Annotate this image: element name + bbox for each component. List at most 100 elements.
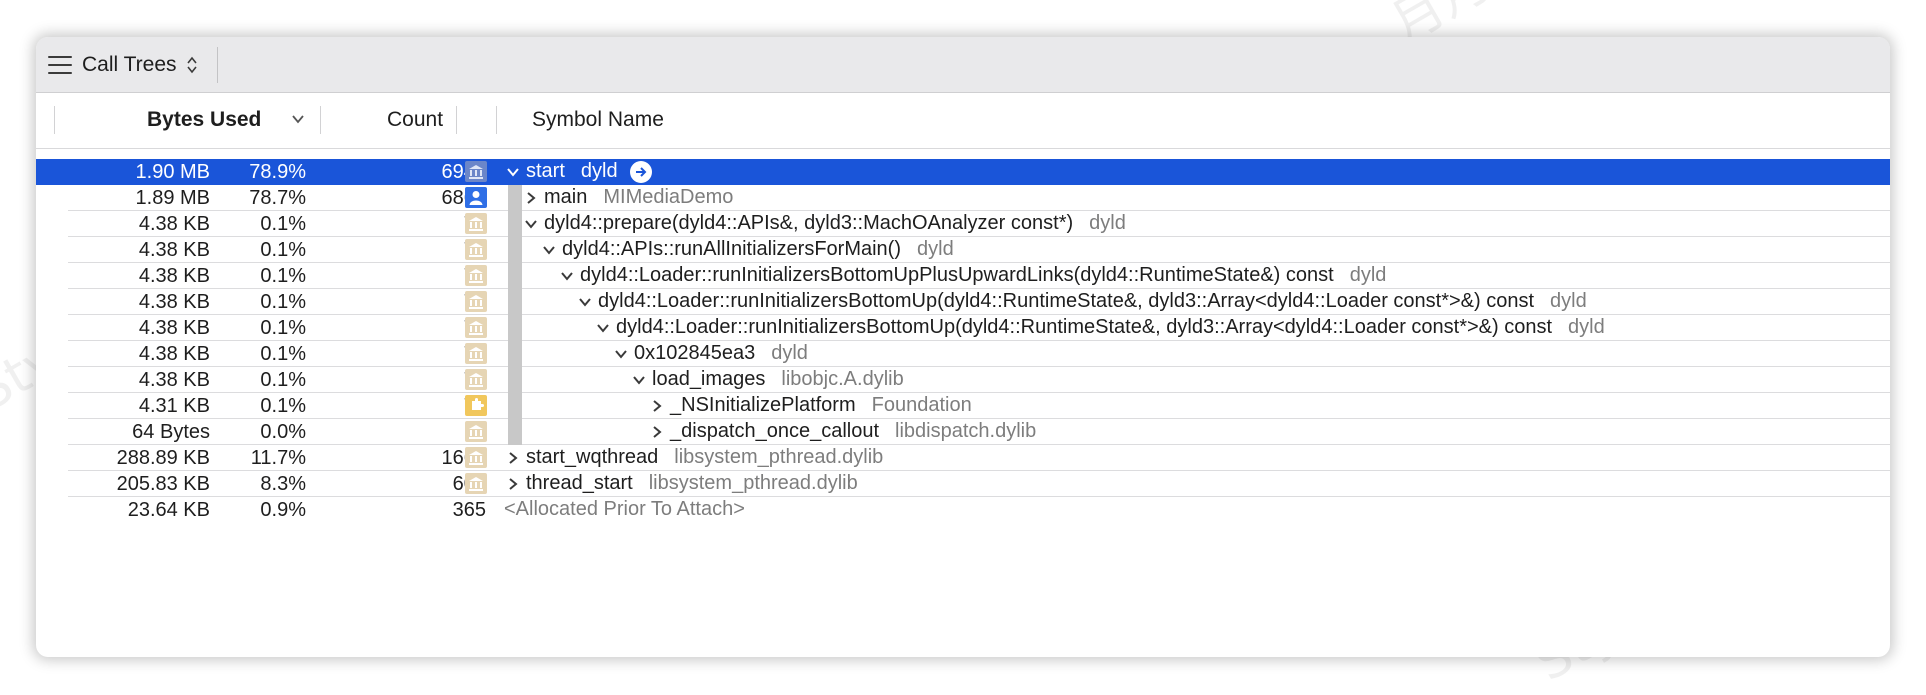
count-cell: 77 bbox=[336, 395, 486, 418]
symbol-cell: dyld4::Loader::runInitializersBottomUpPl… bbox=[558, 264, 1386, 287]
symbol-cell: dyld4::prepare(dyld4::APIs&, dyld3::Mach… bbox=[522, 212, 1126, 235]
bytes-percent-cell: 0.1% bbox=[260, 265, 306, 287]
symbol-cell: start dyld bbox=[504, 160, 652, 183]
outline-row[interactable]: 4.38 KB 0.1% 79 dyld4::Loader::runInitializ… bbox=[68, 315, 1890, 341]
library-icon bbox=[465, 343, 487, 364]
disclosure-collapsed-icon[interactable] bbox=[504, 446, 522, 469]
outline-row[interactable]: 4.38 KB 0.1% 79 dyld4::Loader::runInitializ… bbox=[68, 263, 1890, 289]
count-cell: 2 bbox=[336, 421, 486, 444]
library-name: dyld bbox=[1568, 316, 1605, 338]
call-tree-outline: 1.90 MB 78.9% 6941 start dyld 1.89 MB 78.7% 686… bbox=[36, 159, 1890, 523]
bytes-used-cell: 4.38 KB bbox=[138, 369, 210, 391]
symbol-name: dyld4::Loader::runInitializersBottomUp(d… bbox=[598, 290, 1535, 312]
library-icon bbox=[465, 473, 487, 494]
count-cell: 6862 bbox=[441, 187, 487, 209]
call-trees-window: Call Trees Bytes Used Count Symbol Name … bbox=[36, 37, 1890, 657]
depth-indicator bbox=[508, 237, 522, 263]
depth-indicator bbox=[508, 419, 522, 445]
sort-descending-icon[interactable] bbox=[291, 112, 305, 126]
library-icon bbox=[465, 291, 487, 312]
library-name: Foundation bbox=[871, 394, 972, 416]
disclosure-expanded-icon[interactable] bbox=[504, 160, 522, 183]
count-cell: 79 bbox=[336, 291, 486, 314]
symbol-name: dyld4::prepare(dyld4::APIs&, dyld3::Mach… bbox=[544, 212, 1074, 234]
outline-row[interactable]: 4.38 KB 0.1% 79 dyld4::prepare(dyld4::APIs&… bbox=[68, 211, 1890, 237]
symbol-name: thread_start bbox=[526, 472, 633, 494]
depth-indicator bbox=[508, 367, 522, 393]
outline-row[interactable]: 205.83 KB 8.3% 605 thread_start libsystem_pt… bbox=[68, 471, 1890, 497]
bytes-percent-cell: 0.1% bbox=[260, 317, 306, 339]
chevron-updown-icon bbox=[186, 56, 197, 74]
column-header-symbol-name[interactable]: Symbol Name bbox=[532, 108, 664, 132]
bytes-used-cell: 23.64 KB bbox=[127, 499, 210, 521]
outline-row[interactable]: 288.89 KB 11.7% 1668 start_wqthread libsyste… bbox=[68, 445, 1890, 471]
outline-row[interactable]: 4.38 KB 0.1% 79 load_images libobjc.A.dylib bbox=[68, 367, 1890, 393]
library-name: dyld bbox=[771, 342, 808, 364]
disclosure-collapsed-icon[interactable] bbox=[648, 420, 666, 443]
library-name: libsystem_pthread.dylib bbox=[648, 472, 858, 494]
symbol-name: dyld4::Loader::runInitializersBottomUp(d… bbox=[616, 316, 1553, 338]
symbol-cell: 0x102845ea3 dyld bbox=[612, 342, 808, 365]
bytes-used-cell: 4.38 KB bbox=[138, 213, 210, 235]
outline-row[interactable]: 23.64 KB 0.9% 365 <Allocated Prior To Attac… bbox=[68, 497, 1890, 523]
disclosure-expanded-icon[interactable] bbox=[522, 212, 540, 235]
disclosure-expanded-icon[interactable] bbox=[594, 316, 612, 339]
bytes-used-cell: 1.89 MB bbox=[135, 187, 210, 209]
bytes-used-cell: 1.90 MB bbox=[135, 161, 210, 183]
outline-row[interactable]: 1.90 MB 78.9% 6941 start dyld bbox=[36, 159, 1890, 185]
count-cell: 605 bbox=[336, 473, 486, 496]
user-icon bbox=[465, 187, 487, 208]
disclosure-collapsed-icon[interactable] bbox=[648, 394, 666, 417]
symbol-name: load_images bbox=[652, 368, 766, 390]
library-icon bbox=[465, 239, 487, 260]
disclosure-expanded-icon[interactable] bbox=[576, 290, 594, 313]
symbol-cell: _dispatch_once_callout libdispatch.dylib bbox=[648, 420, 1036, 443]
depth-indicator bbox=[508, 341, 522, 367]
depth-indicator bbox=[508, 185, 522, 211]
symbol-name: start bbox=[526, 160, 565, 182]
depth-indicator bbox=[508, 211, 522, 237]
outline-row[interactable]: 4.38 KB 0.1% 79 dyld4::Loader::runInitializ… bbox=[68, 289, 1890, 315]
count-cell: 79 bbox=[336, 239, 486, 262]
library-icon bbox=[465, 447, 487, 468]
depth-indicator bbox=[508, 315, 522, 341]
library-icon bbox=[465, 421, 487, 442]
bytes-used-cell: 4.38 KB bbox=[138, 239, 210, 261]
column-divider bbox=[456, 106, 457, 134]
view-selector-button[interactable]: Call Trees bbox=[48, 47, 197, 83]
symbol-cell: dyld4::Loader::runInitializersBottomUp(d… bbox=[576, 290, 1587, 313]
bytes-percent-cell: 78.7% bbox=[249, 187, 306, 209]
outline-row[interactable]: 4.31 KB 0.1% 77 _NSInitializePlatform Founda… bbox=[68, 393, 1890, 419]
column-header-count[interactable]: Count bbox=[387, 108, 443, 132]
disclosure-collapsed-icon[interactable] bbox=[504, 472, 522, 495]
library-name: dyld bbox=[1550, 290, 1587, 312]
library-icon bbox=[465, 369, 487, 390]
disclosure-expanded-icon[interactable] bbox=[540, 238, 558, 261]
outline-row[interactable]: 4.38 KB 0.1% 79 0x102845ea3 dyld bbox=[68, 341, 1890, 367]
library-name: dyld bbox=[1089, 212, 1126, 234]
disclosure-collapsed-icon[interactable] bbox=[522, 186, 540, 209]
symbol-cell: dyld4::APIs::runAllInitializersForMain()… bbox=[540, 238, 954, 261]
count-cell: 79 bbox=[336, 369, 486, 392]
outline-row[interactable]: 64 Bytes 0.0% 2 _dispatch_once_callout libdi… bbox=[68, 419, 1890, 445]
column-header-bytes-used[interactable]: Bytes Used bbox=[147, 108, 261, 132]
outline-row[interactable]: 4.38 KB 0.1% 79 dyld4::APIs::runAllInitiali… bbox=[68, 237, 1890, 263]
library-icon bbox=[465, 317, 487, 338]
symbol-name: 0x102845ea3 bbox=[634, 342, 756, 364]
column-divider bbox=[496, 106, 497, 134]
count-cell: 79 bbox=[336, 213, 486, 236]
disclosure-expanded-icon[interactable] bbox=[558, 264, 576, 287]
bytes-percent-cell: 11.7% bbox=[250, 447, 306, 469]
library-name: libdispatch.dylib bbox=[895, 420, 1037, 442]
depth-indicator bbox=[508, 263, 522, 289]
disclosure-expanded-icon[interactable] bbox=[612, 342, 630, 365]
library-icon bbox=[465, 161, 487, 182]
count-cell: 365 bbox=[452, 499, 486, 521]
go-to-source-arrow-icon[interactable] bbox=[629, 160, 652, 183]
symbol-name: dyld4::Loader::runInitializersBottomUpPl… bbox=[580, 264, 1334, 286]
column-divider bbox=[54, 106, 55, 134]
library-icon bbox=[465, 213, 487, 234]
outline-row[interactable]: 1.89 MB 78.7% 6862 main MIMediaDemo bbox=[68, 185, 1890, 211]
library-name: dyld bbox=[580, 160, 618, 182]
disclosure-expanded-icon[interactable] bbox=[630, 368, 648, 391]
